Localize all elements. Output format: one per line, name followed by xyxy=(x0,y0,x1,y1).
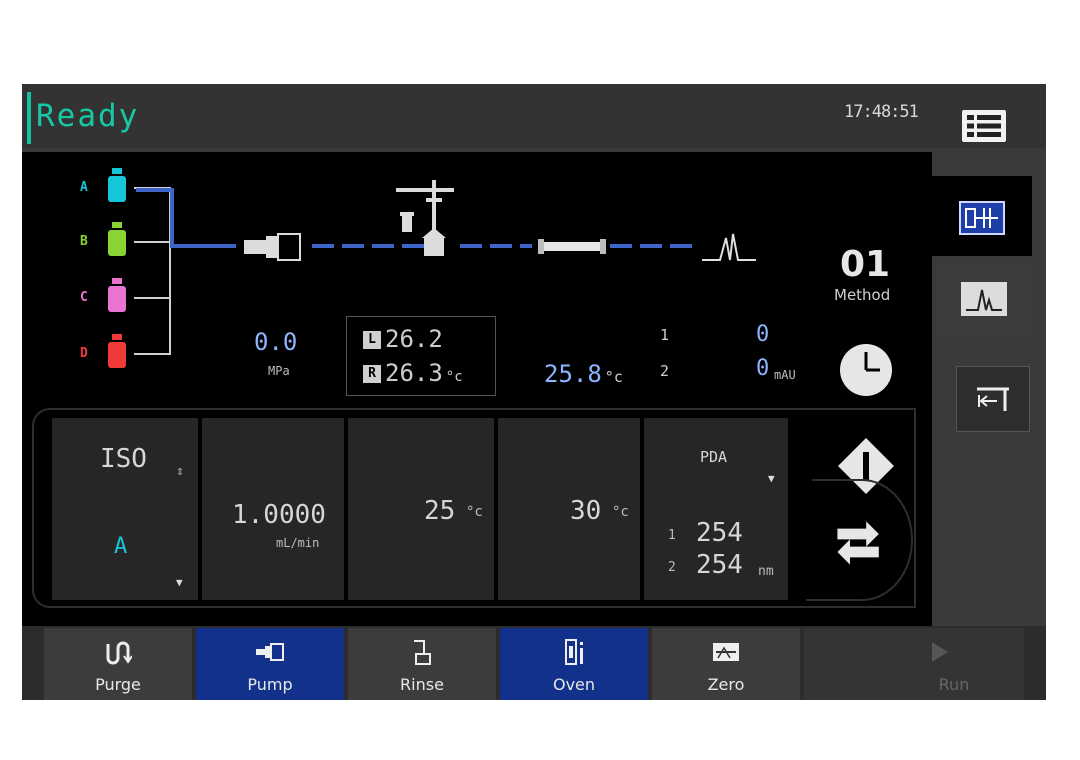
oven-right-reading: R 26.3 °c xyxy=(363,359,463,387)
instrument-screen: Ready 17:48:51 A B C D 0.0 MPa L 26.2 R … xyxy=(22,84,1046,700)
oven-left-reading: L 26.2 xyxy=(363,325,443,353)
bottom-nav: Purge Pump Rinse Oven Zero Run xyxy=(22,626,1046,700)
status-accent xyxy=(27,92,31,144)
flow-rate-tile[interactable]: 1.0000 mL/min xyxy=(202,418,344,600)
nav-purge-button[interactable]: Purge xyxy=(44,628,192,700)
detector-dropdown-icon: ▼ xyxy=(768,472,775,485)
mode-label: ISO xyxy=(100,444,147,474)
list-menu-icon xyxy=(962,110,1006,142)
status-bar: Ready 17:48:51 xyxy=(22,84,1046,148)
pressure-unit: MPa xyxy=(268,364,290,378)
status-text: Ready xyxy=(36,98,140,134)
detector-ch1-value: 0 xyxy=(756,322,770,347)
detector-tile[interactable]: PDA ▼ 1 254 2 254 nm xyxy=(644,418,788,600)
nav-run-button[interactable]: Run xyxy=(804,628,1024,700)
pump-icon xyxy=(256,643,284,661)
nav-zero-label: Zero xyxy=(707,675,745,694)
temp1-tile[interactable]: 25 °c xyxy=(348,418,494,600)
bottle-d-label: D xyxy=(80,346,88,361)
oven-left-badge: L xyxy=(363,331,381,349)
detector-ch1: 1 xyxy=(668,528,676,543)
method-label: Method xyxy=(834,286,891,304)
detector-ch2-label: 2 xyxy=(660,362,670,380)
column-temp-unit: °c xyxy=(604,368,623,386)
pressure-value: 0.0 xyxy=(254,328,298,356)
mode-tile[interactable]: ISO ⇕ A ▼ xyxy=(52,418,198,600)
detector-ch1-label: 1 xyxy=(660,326,670,344)
collapse-panel-icon xyxy=(977,387,1009,411)
collapse-button[interactable] xyxy=(956,366,1030,432)
clock-icon[interactable] xyxy=(838,342,894,398)
flow-diagram-icon xyxy=(959,201,1005,235)
menu-button[interactable] xyxy=(956,104,1012,148)
bottle-a-label: A xyxy=(80,180,88,195)
zero-icon xyxy=(713,643,739,661)
bottle-a-icon xyxy=(108,168,126,202)
swap-icon[interactable] xyxy=(832,516,886,570)
pump-icon xyxy=(244,233,301,261)
nav-rinse-button[interactable]: Rinse xyxy=(348,628,496,700)
temp1-value: 25 xyxy=(424,496,456,526)
clock: 17:48:51 xyxy=(844,102,919,122)
mode-stepper-icon: ⇕ xyxy=(176,464,184,479)
nav-zero-button[interactable]: Zero xyxy=(652,628,800,700)
nav-pump-label: Pump xyxy=(247,675,293,694)
detector-peak-icon xyxy=(702,233,756,261)
flow-rate-value: 1.0000 xyxy=(232,500,326,530)
column-temp-reading: 25.8 °c xyxy=(544,360,623,388)
bottle-d-icon xyxy=(108,334,126,368)
chromatogram-icon xyxy=(961,282,1007,316)
detector-unit: mAU xyxy=(774,368,796,382)
detector-wl2: 254 xyxy=(696,550,743,580)
temp1-unit: °c xyxy=(466,504,483,520)
oven-icon xyxy=(565,639,583,665)
main-panel: ABCD 0.0 MPa L 26.2 R 26.3 °c 25.8 °c 1 2 0 … xyxy=(22,152,932,626)
oven-right-value: 26.3 xyxy=(385,359,443,387)
nav-oven-label: Oven xyxy=(552,675,596,694)
detector-type: PDA xyxy=(700,448,728,466)
purge-icon xyxy=(106,641,132,665)
rinse-icon xyxy=(414,640,431,665)
detector-ch2: 2 xyxy=(668,560,676,575)
column-icon xyxy=(538,239,606,254)
flow-rate-unit: mL/min xyxy=(276,536,320,550)
bottle-b-label: B xyxy=(80,234,88,249)
mode-solvent: A xyxy=(114,534,128,559)
oven-temp-box: L 26.2 R 26.3 °c xyxy=(346,316,496,396)
tab-flow-diagram[interactable] xyxy=(932,176,1032,256)
temp2-value: 30 xyxy=(570,496,602,526)
play-icon xyxy=(932,642,948,662)
oven-left-value: 26.2 xyxy=(385,325,443,353)
detector-wl1: 254 xyxy=(696,518,743,548)
detector-wl-unit: nm xyxy=(758,564,774,579)
bottle-c-label: C xyxy=(80,290,88,305)
nav-run-label: Run xyxy=(938,675,970,694)
nav-oven-button[interactable]: Oven xyxy=(500,628,648,700)
temp2-unit: °c xyxy=(612,504,629,520)
nav-purge-label: Purge xyxy=(95,675,141,694)
method-number[interactable]: 01 xyxy=(840,244,890,285)
column-temp-value: 25.8 xyxy=(544,360,602,388)
temp2-tile[interactable]: 30 °c xyxy=(498,418,640,600)
bottle-b-icon xyxy=(108,222,126,256)
mode-dropdown-icon: ▼ xyxy=(176,576,183,589)
bottle-c-icon xyxy=(108,278,126,312)
tab-chromatogram[interactable] xyxy=(936,262,1032,338)
oven-right-badge: R xyxy=(363,365,381,383)
nav-pump-button[interactable]: Pump xyxy=(196,628,344,700)
nav-rinse-label: Rinse xyxy=(400,675,444,694)
detector-ch2-value: 0 xyxy=(756,356,770,381)
oven-right-unit: °c xyxy=(445,369,463,385)
